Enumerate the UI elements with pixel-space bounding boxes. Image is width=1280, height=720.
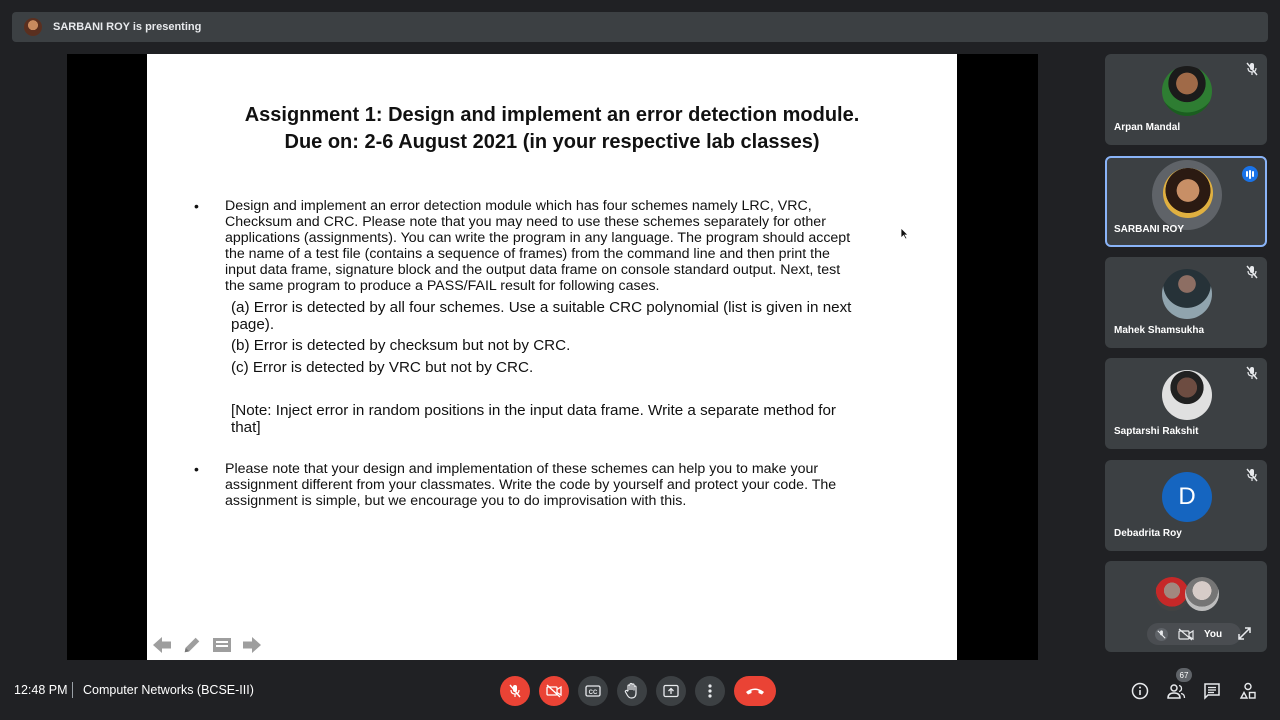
avatar: [1162, 370, 1212, 420]
activities-icon: [1239, 682, 1256, 699]
meeting-title: Computer Networks (BCSE-III): [83, 683, 254, 697]
bullet-2-text: Please note that your design and impleme…: [225, 461, 907, 509]
speaking-indicator-icon: [1242, 166, 1258, 182]
participant-tile[interactable]: Mahek Shamsukha: [1105, 257, 1267, 348]
bullet-1-line: Checksum and CRC. Please note that you m…: [225, 214, 826, 230]
captions-button[interactable]: CC: [578, 676, 608, 706]
hand-icon: [624, 682, 637, 699]
presenting-banner: SARBANI ROY is presenting: [12, 12, 1268, 42]
bullet-1-line: applications (assignments). You can writ…: [225, 230, 851, 246]
next-arrow-icon[interactable]: [242, 634, 262, 656]
self-tile[interactable]: You: [1105, 561, 1267, 652]
bullet-marker: •: [194, 198, 199, 214]
case-c: (c) Error is detected by VRC but not by …: [231, 359, 534, 376]
participant-tile[interactable]: Arpan Mandal: [1105, 54, 1267, 145]
bullet-1-line: Design and implement an error detection …: [225, 198, 812, 214]
mic-off-icon: [1246, 468, 1258, 482]
camera-off-icon: [546, 684, 562, 698]
avatar: [1162, 66, 1212, 116]
avatar: [1185, 577, 1219, 611]
case-a-line-1: (a) Error is detected by all four scheme…: [231, 299, 852, 316]
mic-off-icon: [1246, 62, 1258, 76]
more-vert-icon: [708, 684, 712, 698]
avatar: [1155, 577, 1189, 611]
participant-name: Debadrita Roy: [1114, 528, 1182, 539]
mic-toggle-button[interactable]: [500, 676, 530, 706]
participant-name: Saptarshi Rakshit: [1114, 426, 1199, 437]
bullet-2-line: Please note that your design and impleme…: [225, 461, 819, 477]
camera-off-icon[interactable]: [1178, 628, 1194, 641]
menu-icon[interactable]: [212, 634, 232, 656]
bullet-marker: •: [194, 461, 199, 477]
participant-name: Mahek Shamsukha: [1114, 325, 1205, 336]
bullet-1-text: Design and implement an error detection …: [225, 198, 907, 294]
end-call-icon: [746, 688, 764, 695]
people-icon: [1167, 684, 1186, 699]
camera-toggle-button[interactable]: [539, 676, 569, 706]
prev-arrow-icon[interactable]: [152, 634, 172, 656]
info-icon: [1131, 682, 1149, 700]
note-line-1: [Note: Inject error in random positions …: [231, 402, 836, 419]
captions-icon: CC: [585, 685, 601, 697]
avatar: [1163, 168, 1213, 218]
pen-icon[interactable]: [182, 634, 202, 656]
bullet-2-line: assignment is simple, but we encourage y…: [225, 493, 687, 509]
leave-call-button[interactable]: [734, 676, 776, 706]
participants-button[interactable]: [1165, 680, 1187, 702]
bullet-1-line: the name of a test file (contains a sequ…: [225, 246, 830, 262]
presenting-text: SARBANI ROY is presenting: [53, 21, 202, 33]
chat-button[interactable]: [1201, 680, 1223, 702]
mic-off-icon: [1246, 366, 1258, 380]
note-line-2: that]: [231, 419, 261, 436]
avatar: [1162, 269, 1212, 319]
presentation-slide: Assignment 1: Design and implement an er…: [147, 54, 957, 660]
avatar-letter: D: [1162, 472, 1212, 522]
mouse-cursor-icon: [900, 227, 909, 240]
clock-time: 12:48 PM: [14, 683, 68, 697]
mic-off-icon: [509, 684, 521, 698]
divider: [72, 682, 73, 698]
slide-title-line-2: Due on: 2-6 August 2021 (in your respect…: [284, 131, 820, 153]
present-screen-icon: [663, 684, 679, 698]
more-options-button[interactable]: [695, 676, 725, 706]
case-b: (b) Error is detected by checksum but no…: [231, 337, 571, 354]
meeting-details-button[interactable]: [1129, 680, 1151, 702]
raise-hand-button[interactable]: [617, 676, 647, 706]
bullet-2-line: assignment different from your classmate…: [225, 477, 837, 493]
participant-tile[interactable]: D Debadrita Roy: [1105, 460, 1267, 551]
svg-text:CC: CC: [589, 690, 598, 696]
participant-tile-active-speaker[interactable]: SARBANI ROY: [1105, 156, 1267, 247]
bullet-1-line: input data frame, signature block and th…: [225, 262, 841, 278]
slide-toolbar: [152, 634, 262, 656]
expand-icon[interactable]: [1238, 627, 1251, 640]
mic-off-icon: [1246, 265, 1258, 279]
participant-count-badge: 67: [1176, 668, 1192, 682]
activities-button[interactable]: [1237, 680, 1259, 702]
case-a-line-2: page).: [231, 316, 275, 333]
mic-off-icon[interactable]: [1155, 627, 1168, 641]
self-controls: You: [1147, 623, 1241, 645]
self-label: You: [1204, 628, 1223, 640]
participant-name: SARBANI ROY: [1114, 224, 1185, 235]
participant-name: Arpan Mandal: [1114, 122, 1181, 133]
slide-title-line-1: Assignment 1: Design and implement an er…: [244, 104, 860, 126]
present-now-button[interactable]: [656, 676, 686, 706]
presenter-avatar: [24, 18, 42, 36]
participant-tile[interactable]: Saptarshi Rakshit: [1105, 358, 1267, 449]
bullet-1-line: the same program to produce a PASS/FAIL …: [225, 278, 660, 294]
chat-icon: [1204, 683, 1220, 700]
